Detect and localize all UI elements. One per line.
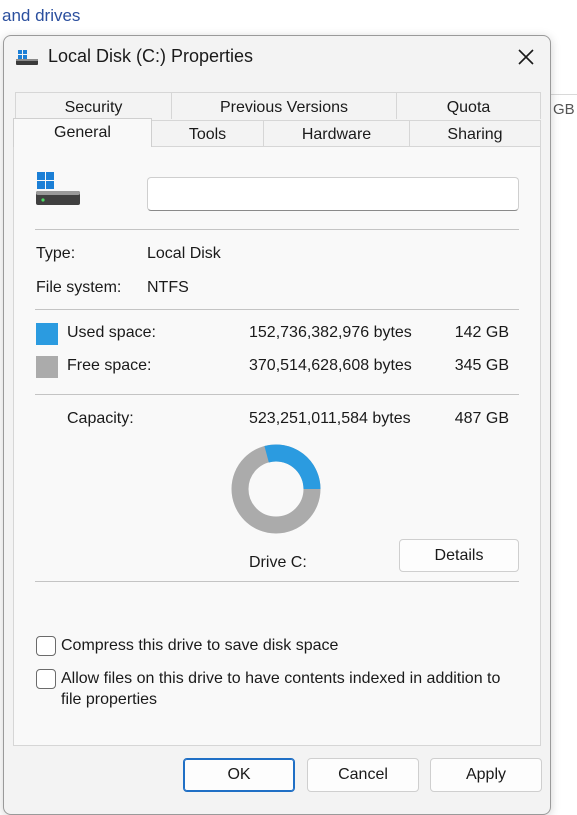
disk-usage-donut	[231, 444, 321, 534]
used-space-bytes: 152,736,382,976 bytes	[249, 324, 412, 341]
used-space-label: Used space:	[67, 324, 156, 341]
tab-label: Sharing	[447, 126, 503, 143]
window-title: Local Disk (C:) Properties	[48, 46, 254, 66]
drive-name-input[interactable]	[147, 177, 519, 211]
tab-label: Previous Versions	[219, 99, 349, 116]
compress-drive-option[interactable]: Compress this drive to save disk space	[36, 635, 338, 656]
divider	[35, 229, 519, 230]
background-divider	[551, 94, 577, 95]
tab-hardware[interactable]: Hardware	[263, 120, 410, 147]
type-label: Type:	[36, 245, 76, 262]
index-checkbox[interactable]	[36, 669, 56, 689]
type-value: Local Disk	[147, 245, 221, 262]
divider	[35, 309, 519, 310]
close-icon	[518, 49, 534, 65]
background-window-size-text: GB	[553, 101, 575, 118]
tab-security[interactable]: Security	[15, 92, 172, 119]
background-window-text: and drives	[2, 6, 81, 25]
drive-label: Drive C:	[249, 554, 307, 571]
divider	[35, 394, 519, 395]
index-contents-option[interactable]: Allow files on this drive to have conten…	[36, 668, 516, 710]
used-space-size: 142 GB	[454, 324, 509, 341]
compress-checkbox[interactable]	[36, 636, 56, 656]
close-button[interactable]	[502, 36, 550, 80]
tab-label: Tools	[188, 126, 227, 143]
tab-general[interactable]: General	[13, 118, 152, 147]
tab-quota[interactable]: Quota	[396, 92, 541, 119]
free-space-size: 345 GB	[454, 357, 509, 374]
free-space-label: Free space:	[67, 357, 152, 374]
drive-icon	[16, 50, 38, 66]
tab-previous-versions[interactable]: Previous Versions	[171, 92, 397, 119]
capacity-label: Capacity:	[67, 410, 134, 427]
hard-drive-icon	[36, 172, 82, 214]
capacity-bytes: 523,251,011,584 bytes	[249, 410, 411, 427]
background-window-strip	[551, 60, 577, 800]
tab-label: Quota	[446, 99, 491, 116]
general-tab-panel: Type: Local Disk File system: NTFS Used …	[13, 146, 541, 746]
details-button[interactable]: Details	[399, 539, 519, 572]
title-bar[interactable]: Local Disk (C:) Properties	[4, 36, 550, 80]
properties-dialog: Local Disk (C:) Properties Security Prev…	[3, 35, 551, 815]
apply-button[interactable]: Apply	[430, 758, 542, 792]
file-system-label: File system:	[36, 279, 122, 296]
free-space-bytes: 370,514,628,608 bytes	[249, 357, 412, 374]
free-space-swatch	[36, 356, 58, 378]
capacity-size: 487 GB	[454, 410, 509, 427]
file-system-value: NTFS	[147, 279, 189, 296]
tab-tools[interactable]: Tools	[151, 120, 264, 147]
divider	[35, 581, 519, 582]
used-space-arc	[264, 444, 321, 490]
tab-sharing[interactable]: Sharing	[409, 120, 541, 147]
cancel-button[interactable]: Cancel	[307, 758, 419, 792]
tab-label: Hardware	[301, 126, 372, 143]
index-checkbox-label: Allow files on this drive to have conten…	[61, 670, 501, 708]
ok-button[interactable]: OK	[183, 758, 295, 792]
tab-label: General	[54, 124, 111, 141]
compress-checkbox-label: Compress this drive to save disk space	[61, 637, 339, 654]
used-space-swatch	[36, 323, 58, 345]
